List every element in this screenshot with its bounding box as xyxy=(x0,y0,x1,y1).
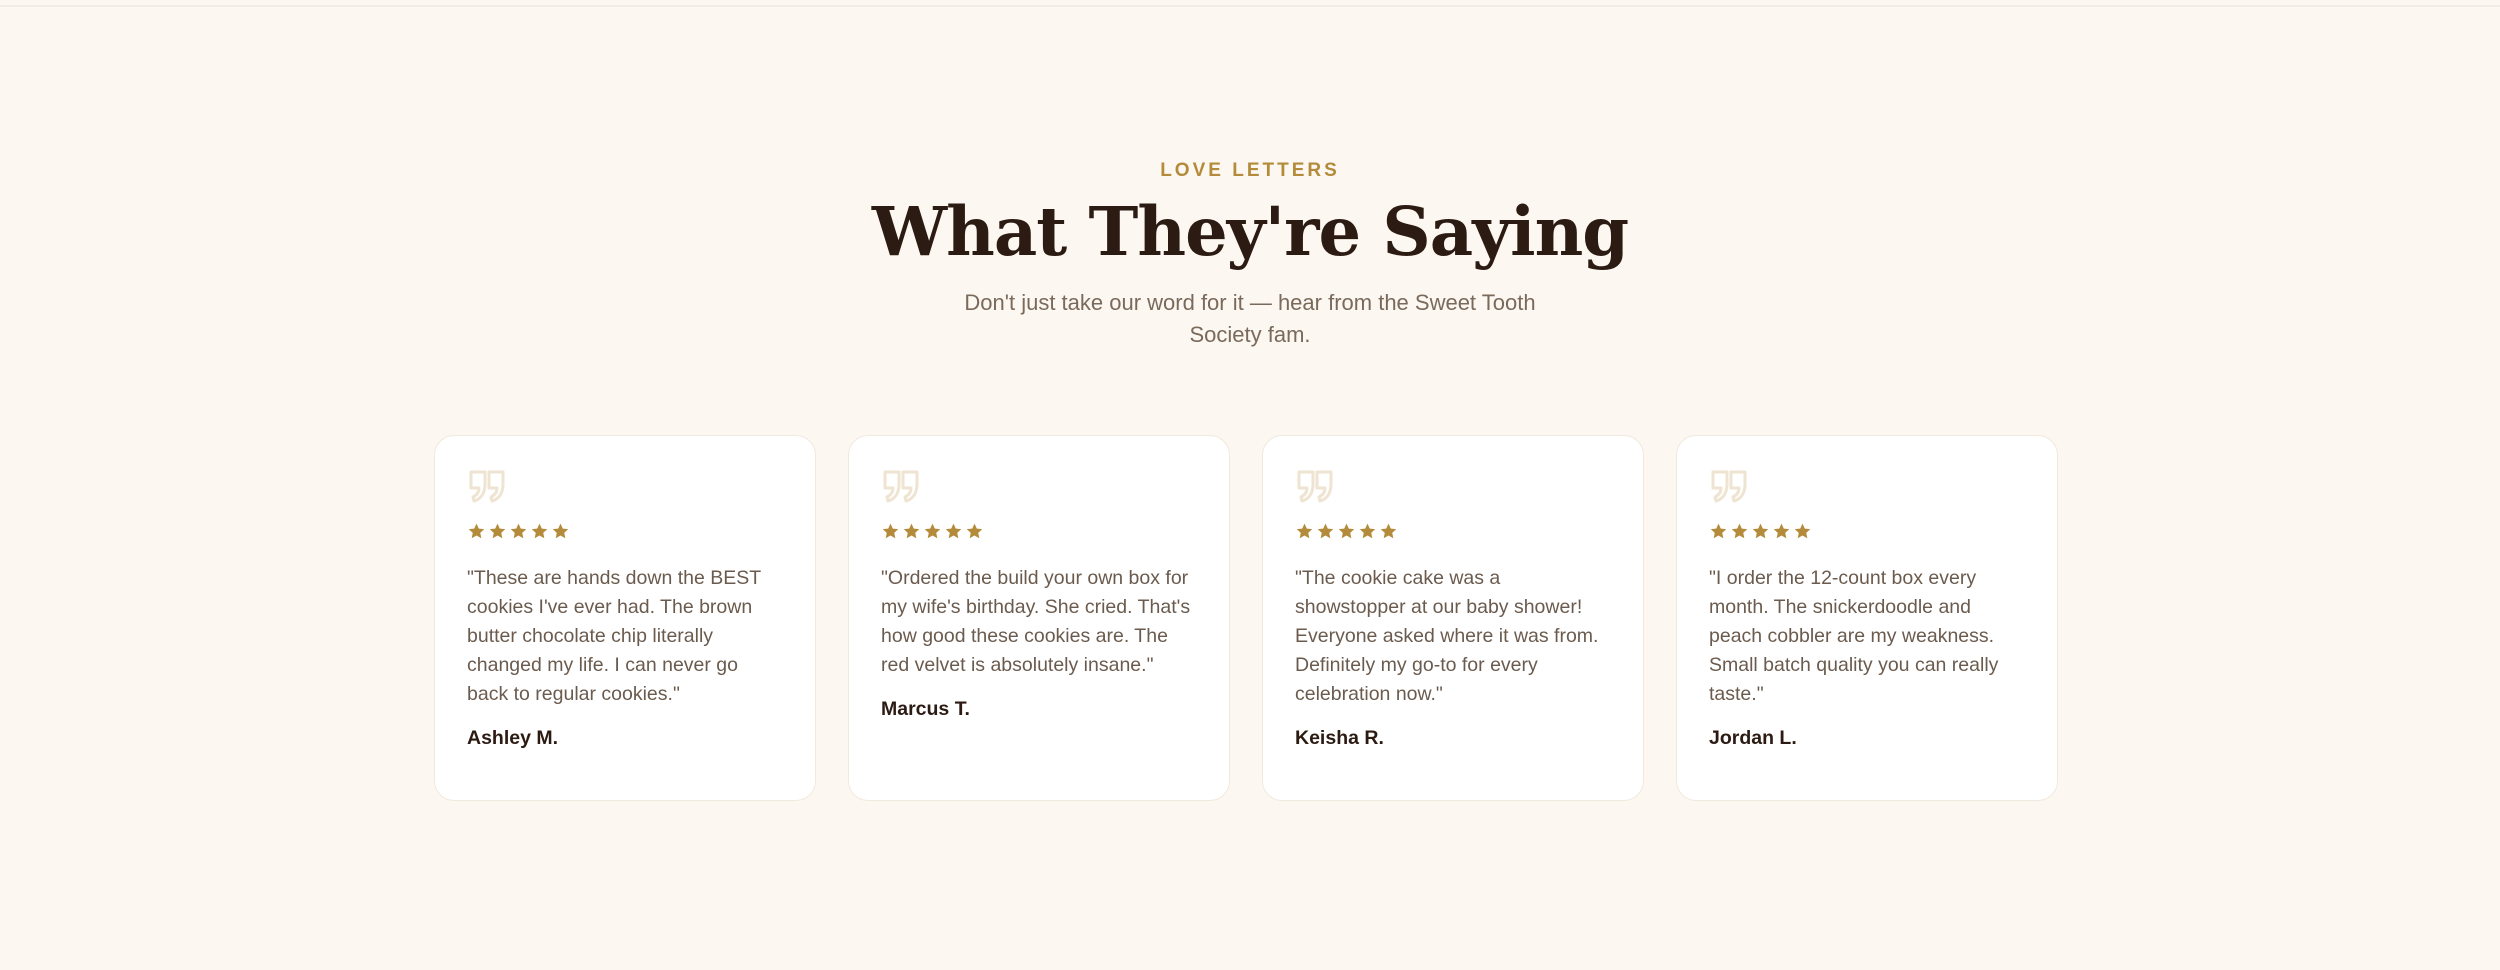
testimonial-card: "These are hands down the BEST cookies I… xyxy=(434,435,816,801)
star-icon xyxy=(510,523,527,539)
star-icon xyxy=(1710,523,1727,539)
section-title: What They're Saying xyxy=(871,192,1629,271)
testimonial-text: "Ordered the build your own box for my w… xyxy=(881,567,1191,676)
star-icon xyxy=(1794,523,1811,539)
star-icon xyxy=(1338,523,1355,539)
testimonial-card: "The cookie cake was a showstopper at ou… xyxy=(1262,435,1644,801)
star-icon xyxy=(489,523,506,539)
star-icon xyxy=(1380,523,1397,539)
star-icon xyxy=(1752,523,1769,539)
testimonial-text: "The cookie cake was a showstopper at ou… xyxy=(1295,567,1599,705)
star-icon xyxy=(903,523,920,539)
star-icon xyxy=(1731,523,1748,539)
testimonial-author: Keisha R. xyxy=(1295,727,1384,749)
star-icon xyxy=(1296,523,1313,539)
star-icon xyxy=(1317,523,1334,539)
testimonial-author: Marcus T. xyxy=(881,698,970,720)
testimonial-author: Ashley M. xyxy=(467,727,559,749)
star-rating xyxy=(1295,522,1611,544)
testimonial-text: "I order the 12-count box every month. T… xyxy=(1709,567,1999,705)
quote-icon xyxy=(883,470,919,503)
star-icon xyxy=(468,523,485,539)
star-icon xyxy=(552,523,569,539)
star-icon xyxy=(1359,523,1376,539)
testimonial-author: Jordan L. xyxy=(1709,727,1797,749)
star-icon xyxy=(882,523,899,539)
quote-icon xyxy=(469,470,505,503)
star-icon xyxy=(1773,523,1790,539)
star-rating xyxy=(1709,522,2025,544)
quote-icon xyxy=(1711,470,1747,503)
testimonial-card: "Ordered the build your own box for my w… xyxy=(848,435,1230,801)
section-subtitle: Don't just take our word for it — hear f… xyxy=(964,290,1536,347)
section-eyebrow: LOVE LETTERS xyxy=(1160,160,1340,181)
star-icon xyxy=(531,523,548,539)
star-icon xyxy=(966,523,983,539)
star-icon xyxy=(945,523,962,539)
star-rating xyxy=(881,522,1197,544)
star-icon xyxy=(924,523,941,539)
quote-icon xyxy=(1297,470,1333,503)
top-divider xyxy=(0,5,2500,7)
testimonial-cards: "These are hands down the BEST cookies I… xyxy=(434,435,2058,801)
star-rating xyxy=(467,522,783,544)
testimonial-card: "I order the 12-count box every month. T… xyxy=(1676,435,2058,801)
testimonial-text: "These are hands down the BEST cookies I… xyxy=(467,567,761,705)
